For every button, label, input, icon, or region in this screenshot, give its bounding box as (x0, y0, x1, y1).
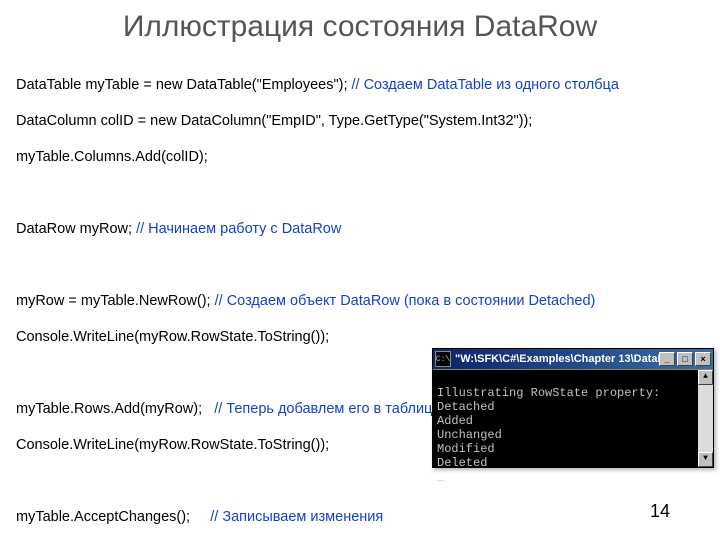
scroll-track[interactable] (698, 385, 713, 452)
console-line: Deleted (437, 456, 487, 470)
code-text: Console.WriteLine(myRow.RowState.ToStrin… (16, 328, 706, 346)
console-line: Unchanged (437, 428, 502, 442)
code-text: myRow = myTable.NewRow(); (16, 293, 215, 309)
code-text: myTable.AcceptChanges(); (16, 509, 210, 525)
console-line: Detached (437, 400, 495, 414)
window-buttons: _ □ × (659, 352, 711, 366)
scroll-up-button[interactable]: ▲ (698, 370, 713, 385)
close-button[interactable]: × (695, 352, 711, 366)
minimize-button[interactable]: _ (659, 352, 675, 366)
code-text: myTable.Rows.Add(myRow); (16, 401, 214, 417)
maximize-button[interactable]: □ (677, 352, 693, 366)
console-line: Modified (437, 442, 495, 456)
code-comment: // Создаем DataTable из одного столбца (352, 77, 619, 93)
code-comment: // Создаем объект DataRow (пока в состоя… (215, 293, 596, 309)
window-title-text: "W:\SFK\C#\Examples\Chapter 13\DataR... (455, 353, 659, 365)
slide-title: Иллюстрация состояния DataRow (0, 10, 720, 44)
code-text: myTable.Columns.Add(colID); (16, 148, 706, 166)
window-titlebar[interactable]: C:\ "W:\SFK\C#\Examples\Chapter 13\DataR… (433, 349, 713, 369)
console-body: Illustrating RowState property: Detached… (433, 369, 713, 467)
code-text: DataColumn colID = new DataColumn("EmpID… (16, 112, 706, 130)
scroll-down-button[interactable]: ▼ (698, 452, 713, 467)
code-comment: // Записываем изменения (210, 509, 383, 525)
code-comment: // Теперь добавлем его в таблицу (214, 401, 439, 417)
code-text: DataTable myTable = new DataTable("Emplo… (16, 77, 352, 93)
console-output: Illustrating RowState property: Detached… (437, 386, 694, 484)
scrollbar-vertical[interactable]: ▲ ▼ (698, 370, 713, 467)
code-text: DataRow myRow; (16, 221, 136, 237)
cmd-icon: C:\ (435, 351, 451, 367)
console-window: C:\ "W:\SFK\C#\Examples\Chapter 13\DataR… (432, 348, 714, 468)
console-line: Illustrating RowState property: (437, 386, 660, 400)
slide: Иллюстрация состояния DataRow DataTable … (0, 0, 720, 540)
page-number: 14 (650, 501, 670, 522)
code-comment: // Начинаем работу с DataRow (136, 221, 341, 237)
console-line: Added (437, 414, 473, 428)
console-cursor: _ (437, 470, 444, 484)
